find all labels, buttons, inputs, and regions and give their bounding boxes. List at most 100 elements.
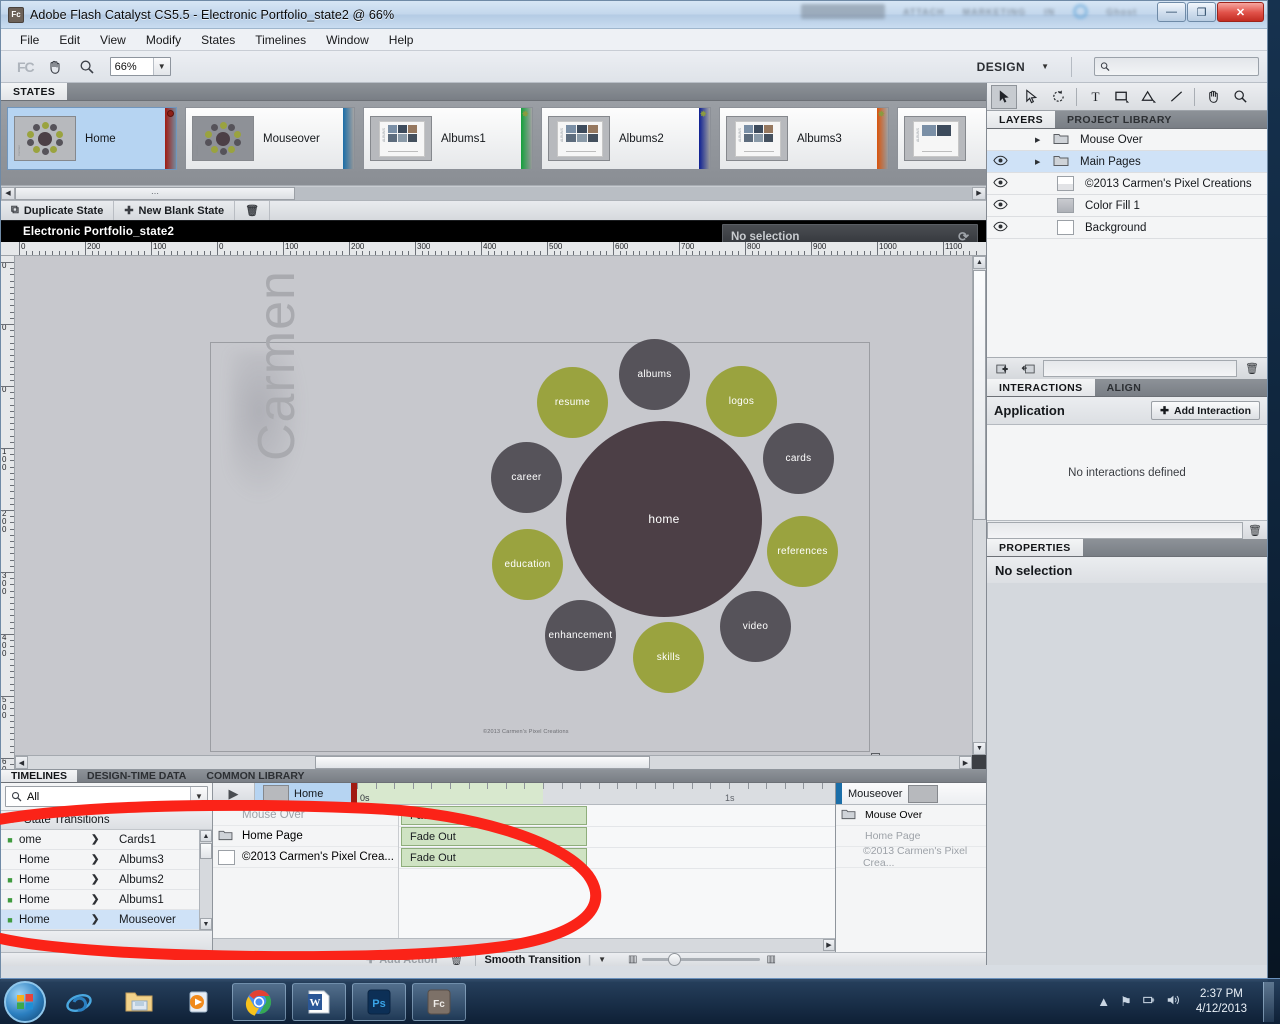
- state-card-albums3[interactable]: ALBUMS Albums3 ✸: [719, 107, 889, 170]
- states-scroll-thumb[interactable]: ⋯: [15, 186, 295, 200]
- state-card-albums1[interactable]: ALBUMS Albums1 ✸: [363, 107, 533, 170]
- layers-name-field[interactable]: [1043, 360, 1237, 377]
- zoom-icon[interactable]: [76, 56, 98, 78]
- timeline-action-bar[interactable]: Fade In: [401, 806, 587, 825]
- layer-row[interactable]: ▶ Main Pages: [987, 151, 1267, 173]
- state-card-mouseover[interactable]: Carmen Mouseover: [185, 107, 355, 170]
- trash-icon[interactable]: 🗑: [1243, 524, 1267, 537]
- hand-tool-icon[interactable]: [1200, 85, 1226, 109]
- scroll-up-icon[interactable]: ▲: [200, 830, 212, 842]
- trash-icon[interactable]: 🗑: [445, 953, 467, 966]
- direct-selection-tool-icon[interactable]: [1018, 85, 1044, 109]
- rotate-tool-icon[interactable]: [1045, 85, 1071, 109]
- line-tool-icon[interactable]: [1163, 85, 1189, 109]
- scroll-right-icon[interactable]: ▶: [959, 756, 972, 769]
- timeline-from-state[interactable]: Home: [255, 783, 351, 804]
- layer-row[interactable]: ©2013 Carmen's Pixel Creations: [987, 173, 1267, 195]
- eye-icon[interactable]: [987, 199, 1013, 213]
- layer-row[interactable]: ▶ Mouse Over: [987, 129, 1267, 151]
- action-center-flag-icon[interactable]: ⚑: [1120, 994, 1132, 1010]
- menu-window[interactable]: Window: [317, 31, 378, 49]
- timeline-action-bars[interactable]: Fade In Fade Out Fade Out: [399, 805, 835, 938]
- nav-bubble-career[interactable]: career: [491, 442, 562, 513]
- tab-timelines[interactable]: TIMELINES: [1, 770, 78, 782]
- trash-icon[interactable]: 🗑: [1241, 360, 1263, 378]
- transitions-scrollbar[interactable]: ▲ ▼: [199, 830, 212, 930]
- add-interaction-button[interactable]: ✚ Add Interaction: [1151, 401, 1260, 420]
- zoom-level-combobox[interactable]: ▼: [109, 57, 171, 76]
- timeline-object-row[interactable]: ©2013 Carmen's Pixel Crea...: [213, 847, 398, 868]
- new-group-icon[interactable]: [1017, 360, 1039, 378]
- hscroll-thumb[interactable]: [315, 756, 650, 769]
- maximize-button[interactable]: ❐: [1187, 2, 1216, 22]
- scroll-up-icon[interactable]: ▲: [973, 256, 986, 269]
- menu-help[interactable]: Help: [380, 31, 423, 49]
- timeline-ruler[interactable]: 0s 1s: [357, 783, 835, 804]
- taskbar-adobe-photoshop[interactable]: Ps: [352, 982, 406, 1021]
- tray-expand-icon[interactable]: ▲: [1097, 994, 1110, 1009]
- chevron-down-icon[interactable]: ▼: [152, 58, 170, 75]
- transition-row[interactable]: ■ Home ❯ Albums2: [1, 870, 212, 890]
- scroll-left-icon[interactable]: ◀: [1, 186, 15, 200]
- states-scroll-track[interactable]: ⋯: [15, 186, 972, 200]
- network-icon[interactable]: [1142, 993, 1156, 1010]
- rectangle-tool-icon[interactable]: [1109, 85, 1135, 109]
- eye-icon[interactable]: [987, 177, 1013, 191]
- scroll-right-icon[interactable]: ▶: [823, 939, 835, 951]
- duplicate-state-button[interactable]: ⧉ Duplicate State: [1, 201, 115, 220]
- show-desktop-button[interactable]: [1263, 981, 1274, 1022]
- nav-bubble-skills[interactable]: skills: [633, 622, 704, 693]
- timeline-object-row[interactable]: Home Page: [213, 826, 398, 847]
- eye-icon[interactable]: [987, 221, 1013, 235]
- nav-bubble-resume[interactable]: resume: [537, 367, 608, 438]
- state-card-extra[interactable]: ALBUMS✸: [897, 107, 986, 170]
- tab-design-time-data[interactable]: DESIGN-TIME DATA: [77, 770, 196, 782]
- tab-layers[interactable]: LAYERS: [987, 111, 1056, 128]
- transitions-group-header[interactable]: ▼ State Transitions: [1, 810, 212, 830]
- tab-properties[interactable]: PROPERTIES: [987, 539, 1083, 556]
- clock[interactable]: 2:37 PM 4/12/2013: [1190, 987, 1253, 1017]
- nav-bubble-albums[interactable]: albums: [619, 339, 690, 410]
- zoom-slider-track[interactable]: [642, 953, 761, 966]
- nav-bubble-references[interactable]: references: [767, 516, 838, 587]
- scroll-down-icon[interactable]: ▼: [973, 742, 986, 755]
- interactions-field[interactable]: [987, 521, 1243, 539]
- menu-file[interactable]: File: [11, 31, 48, 49]
- tab-interactions[interactable]: INTERACTIONS: [987, 379, 1095, 396]
- chevron-right-icon[interactable]: ▶: [1035, 158, 1053, 166]
- layer-row[interactable]: Color Fill 1: [987, 195, 1267, 217]
- scroll-left-icon[interactable]: ◀: [15, 756, 28, 769]
- timeline-action-bar[interactable]: Fade Out: [401, 848, 587, 867]
- canvas-horizontal-scrollbar[interactable]: ◀ ▶: [15, 755, 972, 769]
- new-blank-state-button[interactable]: ✚ New Blank State: [114, 201, 236, 220]
- timeline-zoom-slider[interactable]: ▥ ▥: [628, 953, 776, 966]
- taskbar-file-explorer[interactable]: [112, 983, 166, 1021]
- search-box[interactable]: [1094, 57, 1259, 76]
- easing-selector[interactable]: Smooth Transition | ▼: [475, 953, 606, 966]
- start-button[interactable]: [4, 980, 46, 1023]
- zoom-level-input[interactable]: [110, 58, 153, 75]
- nav-bubble-home[interactable]: home: [566, 421, 762, 617]
- close-button[interactable]: ✕: [1217, 2, 1264, 22]
- transitions-list[interactable]: ■ ome ❯ Cards1 Home ❯ Albums3 ■ Home ❯ Albums2 ■ Hom…: [1, 830, 212, 930]
- tab-align[interactable]: ALIGN: [1095, 379, 1154, 396]
- nav-bubble-cards[interactable]: cards: [763, 423, 834, 494]
- menu-states[interactable]: States: [192, 31, 244, 49]
- scroll-right-icon[interactable]: ▶: [972, 186, 986, 200]
- transition-row[interactable]: ■ Home ❯ Albums1: [1, 890, 212, 910]
- zoom-tool-icon[interactable]: [1227, 85, 1253, 109]
- nav-bubble-logos[interactable]: logos: [706, 366, 777, 437]
- state-card-home[interactable]: Carmen Home: [7, 107, 177, 170]
- menu-modify[interactable]: Modify: [137, 31, 190, 49]
- workspace-label[interactable]: DESIGN: [977, 60, 1025, 74]
- text-tool-icon[interactable]: T: [1082, 85, 1108, 109]
- new-layer-icon[interactable]: [991, 360, 1013, 378]
- scroll-down-icon[interactable]: ▼: [200, 918, 212, 930]
- chevron-down-icon[interactable]: ▼: [1041, 62, 1049, 71]
- taskbar-microsoft-word[interactable]: W: [292, 982, 346, 1021]
- minimize-button[interactable]: —: [1157, 2, 1186, 22]
- nav-bubble-video[interactable]: video: [720, 591, 791, 662]
- canvas-vertical-scrollbar[interactable]: ▲ ▼: [972, 256, 986, 755]
- menu-view[interactable]: View: [91, 31, 135, 49]
- transition-row[interactable]: ■ ome ❯ Cards1: [1, 830, 212, 850]
